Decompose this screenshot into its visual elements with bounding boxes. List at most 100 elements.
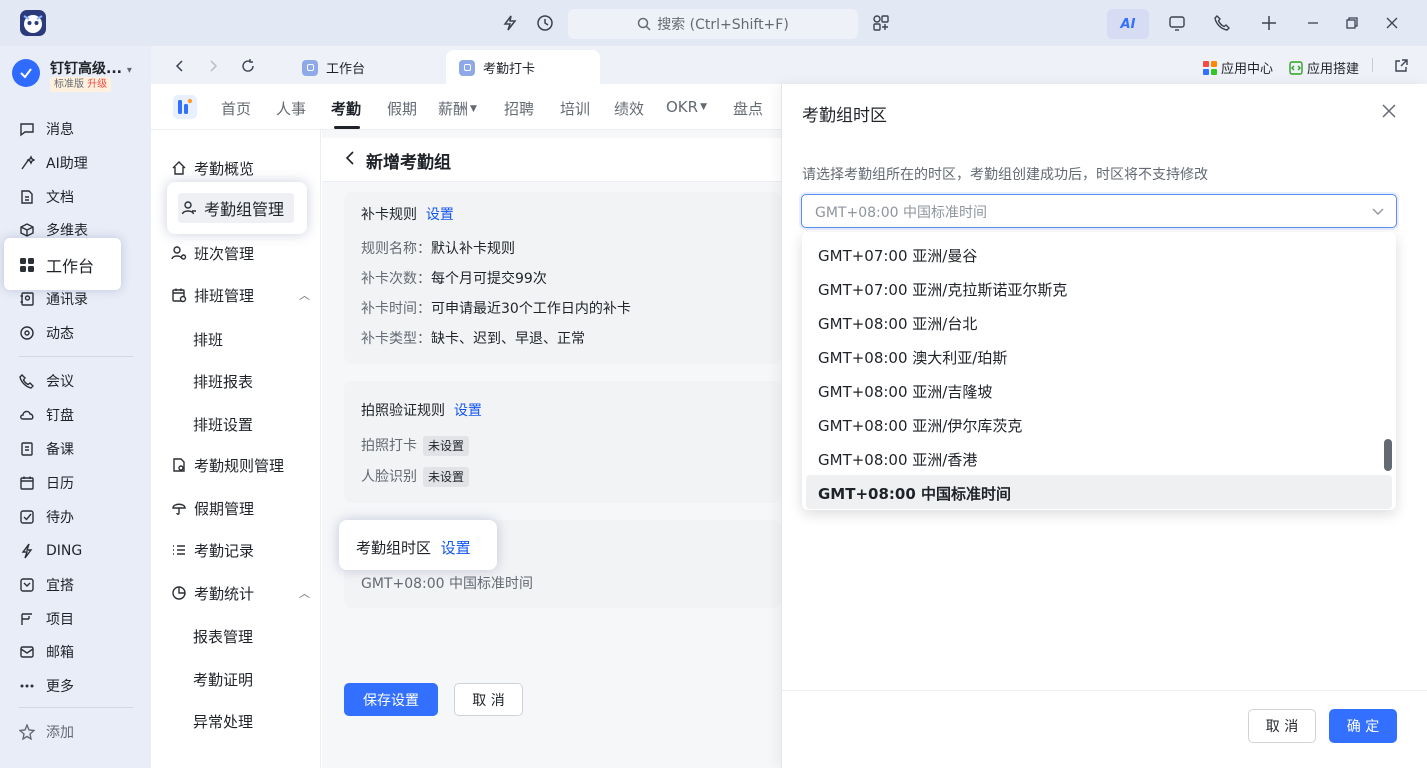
minimize-icon[interactable] (1301, 11, 1325, 35)
drawer-title: 考勤组时区 (802, 106, 887, 126)
sidebar-item-tables[interactable]: 多维表 (18, 215, 138, 245)
app-nav-okr[interactable]: OKR ▼ (666, 98, 707, 116)
subnav-label: 考勤规则管理 (194, 456, 285, 475)
app-center-link[interactable]: 应用中心 (1203, 58, 1273, 77)
ai-button[interactable]: AI (1107, 9, 1149, 39)
yida-icon (18, 576, 36, 594)
dropdown-scrollbar[interactable] (1384, 439, 1392, 471)
forward-icon[interactable] (201, 54, 225, 78)
sidebar-item-lessons[interactable]: 备课 (18, 434, 138, 464)
sidebar-item-yida[interactable]: 宜搭 (18, 570, 138, 600)
sidebar-item-todo[interactable]: 待办 (18, 502, 138, 532)
subnav-overview[interactable]: 考勤概览 (170, 153, 254, 183)
open-external-icon[interactable] (1389, 54, 1413, 78)
app-builder-link[interactable]: 应用搭建 (1289, 58, 1359, 77)
contacts-icon (18, 290, 36, 308)
edition-badge[interactable]: 标准版 升级 (50, 77, 112, 92)
restore-icon[interactable] (1340, 11, 1364, 35)
grid-apps-icon[interactable] (869, 11, 893, 35)
photo-rule-set-link[interactable]: 设置 (454, 403, 482, 419)
app-nav-home[interactable]: 首页 (221, 98, 251, 119)
phone-icon[interactable] (1210, 11, 1234, 35)
timezone-option[interactable]: GMT+07:00 亚洲/曼谷 (818, 245, 977, 266)
timezone-title: 考勤组时区 设置 (356, 537, 471, 558)
subnav-schedule-report[interactable]: 排班报表 (193, 371, 253, 392)
timezone-option[interactable]: GMT+08:00 澳大利亚/珀斯 (818, 347, 1007, 368)
sidebar-item-project[interactable]: 项目 (18, 604, 138, 634)
plus-icon[interactable] (1257, 11, 1281, 35)
subnav-stats[interactable]: 考勤统计 ︿ (170, 578, 310, 608)
save-settings-button[interactable]: 保存设置 (344, 683, 438, 716)
subnav-label: 考勤统计 (194, 584, 255, 603)
org-name[interactable]: 钉钉高级... ▾ (50, 58, 132, 78)
table-icon (18, 221, 36, 239)
sidebar-item-calendar[interactable]: 日历 (18, 468, 138, 498)
drawer-confirm-button[interactable]: 确 定 (1329, 709, 1397, 743)
timezone-option[interactable]: GMT+08:00 亚洲/台北 (818, 313, 977, 334)
dingtalk-logo-icon[interactable] (20, 10, 46, 36)
subnav-records[interactable]: 考勤记录 (170, 535, 254, 565)
sidebar-item-meeting[interactable]: 会议 (18, 366, 138, 396)
row-key: 规则名称： (361, 241, 431, 257)
app-logo-icon (173, 95, 197, 119)
close-icon[interactable] (1378, 100, 1400, 122)
sidebar-item-messages[interactable]: 消息 (18, 114, 138, 144)
timezone-option[interactable]: GMT+08:00 亚洲/吉隆坡 (818, 381, 992, 402)
tab-workbench[interactable]: 工作台 (302, 58, 365, 77)
app-nav-hr[interactable]: 人事 (276, 98, 306, 119)
subnav-report-mgmt[interactable]: 报表管理 (193, 626, 253, 647)
timezone-option-selected[interactable]: GMT+08:00 中国标准时间 (818, 483, 1011, 504)
sidebar-item-docs[interactable]: 文档 (18, 182, 138, 212)
sidebar-item-add[interactable]: 添加 (18, 717, 138, 747)
sidebar-item-ai-assistant[interactable]: AI助理 (18, 148, 138, 178)
timezone-option[interactable]: GMT+08:00 亚洲/香港 (818, 449, 977, 470)
sidebar-item-drive[interactable]: 钉盘 (18, 400, 138, 430)
timezone-option[interactable]: GMT+07:00 亚洲/克拉斯诺亚尔斯克 (818, 279, 1067, 300)
app-nav-recruit[interactable]: 招聘 (504, 98, 534, 119)
app-center-icon (1203, 60, 1217, 75)
sidebar-item-feed[interactable]: 动态 (18, 318, 138, 348)
timezone-set-link[interactable]: 设置 (441, 539, 471, 557)
timezone-option[interactable]: GMT+08:00 亚洲/伊尔库茨克 (818, 415, 1022, 436)
attendance-tab-icon (459, 59, 475, 76)
back-icon[interactable] (168, 54, 192, 78)
screen-share-icon[interactable] (1165, 11, 1189, 35)
shortcut-icon[interactable] (498, 11, 522, 35)
sidebar-item-mail[interactable]: 邮箱 (18, 637, 138, 667)
subnav-schedule[interactable]: 排班 (193, 329, 223, 350)
subnav-rule-mgmt[interactable]: 考勤规则管理 (170, 450, 284, 480)
sidebar-item-contacts[interactable]: 通讯录 (18, 284, 138, 314)
app-nav-salary[interactable]: 薪酬 ▼ (438, 98, 477, 119)
subnav-schedule-settings[interactable]: 排班设置 (193, 414, 253, 435)
subnav-group-mgmt[interactable]: 考勤组管理 (180, 193, 284, 223)
makeup-rule-set-link[interactable]: 设置 (426, 207, 454, 223)
app-nav-inventory[interactable]: 盘点 (733, 98, 763, 119)
search-input[interactable]: 搜索 (Ctrl+Shift+F) (568, 9, 858, 39)
row-value: 可申请最近30个工作日内的补卡 (431, 301, 631, 317)
close-window-icon[interactable] (1380, 11, 1404, 35)
history-icon[interactable] (533, 11, 557, 35)
sidebar-item-label: 日历 (46, 476, 74, 492)
org-logo-icon[interactable] (12, 59, 40, 87)
app-nav-leave[interactable]: 假期 (387, 98, 417, 119)
sidebar-item-ding[interactable]: DING (18, 536, 138, 566)
subnav-exception[interactable]: 异常处理 (193, 711, 253, 732)
subnav-shift-mgmt[interactable]: 班次管理 (170, 238, 254, 268)
subnav-leave-mgmt[interactable]: 假期管理 (170, 493, 254, 523)
back-arrow-icon[interactable] (343, 150, 359, 166)
sidebar-item-workbench[interactable]: 工作台 (18, 250, 138, 280)
sidebar-item-label: 宜搭 (46, 578, 74, 594)
app-nav-performance[interactable]: 绩效 (614, 98, 644, 119)
app-nav-training[interactable]: 培训 (560, 98, 590, 119)
workbench-tab-icon (302, 59, 318, 76)
refresh-icon[interactable] (236, 54, 260, 78)
upgrade-text: 升级 (87, 79, 108, 90)
app-nav-attendance[interactable]: 考勤 (331, 98, 361, 119)
cancel-button[interactable]: 取 消 (454, 683, 523, 716)
tab-attendance[interactable]: 考勤打卡 (459, 58, 535, 77)
subnav-certificate[interactable]: 考勤证明 (193, 669, 253, 690)
subnav-schedule-mgmt[interactable]: 排班管理 ︿ (170, 280, 310, 310)
drawer-cancel-button[interactable]: 取 消 (1248, 709, 1316, 743)
user-group-icon (180, 199, 198, 217)
sidebar-item-more[interactable]: 更多 (18, 671, 138, 701)
